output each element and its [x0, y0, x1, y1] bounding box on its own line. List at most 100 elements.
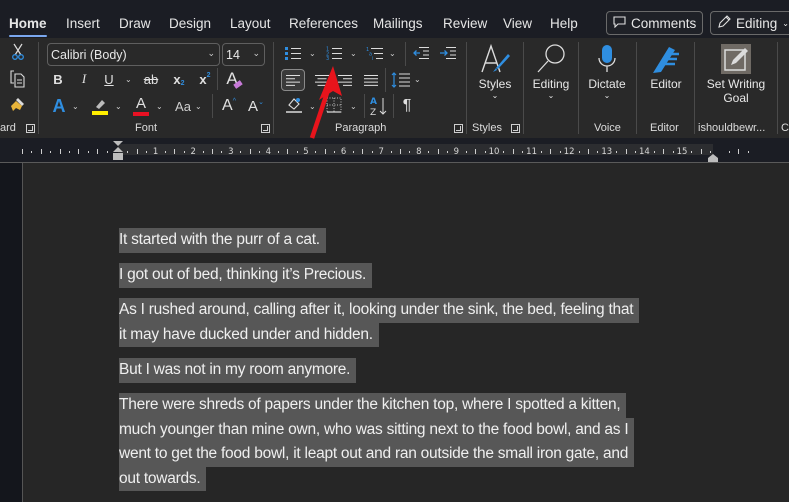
change-case-dropdown-icon[interactable]: ⌄	[195, 102, 202, 111]
highlight-button[interactable]	[91, 96, 109, 116]
bullets-dropdown-icon[interactable]: ⌄	[309, 49, 316, 58]
ruler-minor-tick	[635, 151, 636, 153]
selected-text-line[interactable]: went to get the food bowl, it leapt out …	[119, 442, 635, 467]
underline-dropdown-icon[interactable]: ⌄	[125, 75, 132, 84]
superscript-button[interactable]: x2	[198, 71, 212, 87]
styles-label: Styles	[478, 77, 512, 91]
chevron-down-icon: ⌄	[547, 91, 555, 100]
sort-button[interactable]: AZ	[369, 95, 389, 117]
text-effects-dropdown-icon[interactable]: ⌄	[72, 102, 79, 111]
multilevel-dropdown-icon[interactable]: ⌄	[389, 49, 396, 58]
subscript-button[interactable]: x2	[172, 71, 186, 87]
separator	[393, 94, 394, 118]
styles-button[interactable]: Styles ⌄	[473, 43, 517, 100]
selected-text-line[interactable]: But I was not in my room anymore.	[119, 358, 357, 383]
tab-view[interactable]: View	[503, 16, 532, 31]
ruler-minor-tick	[362, 149, 364, 154]
ruler-minor-tick	[541, 151, 542, 153]
tab-design[interactable]: Design	[169, 16, 211, 31]
font-color-button[interactable]: A	[132, 95, 150, 117]
align-left-button[interactable]	[281, 69, 305, 91]
styles-dialog-launcher[interactable]	[511, 124, 520, 133]
document-paragraph[interactable]: I got out of bed, thinking it’s Precious…	[119, 263, 373, 288]
document-paragraph[interactable]: It started with the purr of a cat.	[119, 228, 326, 253]
ruler-minor-tick	[22, 149, 23, 154]
ruler-minor-tick	[578, 151, 580, 153]
shading-icon	[286, 98, 302, 113]
change-case-button[interactable]: Aa	[173, 96, 193, 116]
editor-button[interactable]: Editor	[643, 44, 689, 91]
grow-font-button[interactable]: A ^	[219, 96, 239, 116]
show-formatting-button[interactable]: ¶	[399, 96, 415, 116]
font-dialog-launcher[interactable]	[261, 124, 270, 133]
tab-home[interactable]: Home	[9, 16, 47, 37]
decrease-indent-button[interactable]	[412, 45, 430, 61]
line-spacing-dropdown-icon[interactable]: ⌄	[414, 75, 421, 84]
increase-indent-button[interactable]	[439, 45, 457, 61]
format-painter-icon[interactable]	[8, 96, 28, 114]
group-separator	[694, 42, 695, 134]
bullets-button[interactable]	[284, 45, 302, 61]
text-effects-button[interactable]: A	[50, 96, 68, 116]
tab-mailings[interactable]: Mailings	[373, 16, 423, 31]
ruler-minor-tick	[738, 149, 740, 154]
dictate-button[interactable]: Dictate ⌄	[584, 44, 630, 100]
ruler-minor-tick	[249, 149, 251, 154]
tab-help[interactable]: Help	[550, 16, 578, 31]
tab-layout[interactable]: Layout	[230, 16, 271, 31]
tab-review[interactable]: Review	[443, 16, 487, 31]
horizontal-ruler[interactable]: 1 2 3 4 5 6 7 8 9 10 11 12 13 14 15	[0, 138, 789, 162]
selected-text-line[interactable]: There were shreds of papers under the ki…	[119, 393, 627, 418]
tab-references[interactable]: References	[289, 16, 358, 31]
voice-group-label: Voice	[594, 122, 621, 134]
numbering-button[interactable]: 123	[325, 45, 343, 61]
font-color-dropdown-icon[interactable]: ⌄	[156, 102, 163, 111]
justify-button[interactable]	[360, 69, 382, 91]
bold-button[interactable]: B	[51, 71, 65, 87]
ruler-minor-tick	[136, 149, 138, 154]
align-center-button[interactable]	[311, 69, 333, 91]
document-paragraph[interactable]: There were shreds of papers under the ki…	[119, 393, 635, 491]
ruler-minor-tick	[503, 151, 505, 153]
tab-draw[interactable]: Draw	[119, 16, 151, 31]
selected-text-line[interactable]: it may have ducked under and hidden.	[119, 322, 379, 347]
editing-button[interactable]: Editing ⌄	[528, 42, 574, 100]
shrink-font-button[interactable]: A ⌄	[246, 96, 266, 116]
numbering-dropdown-icon[interactable]: ⌄	[350, 49, 357, 58]
comments-button[interactable]: Comments	[606, 11, 703, 35]
shading-dropdown-icon[interactable]: ⌄	[309, 102, 316, 111]
font-name-combo[interactable]: Calibri (Body) ⌄	[47, 43, 220, 66]
selected-text-line[interactable]: As I rushed around, calling after it, lo…	[119, 298, 640, 323]
underline-button[interactable]: U	[102, 71, 116, 87]
document-paragraph[interactable]: But I was not in my room anymore.	[119, 358, 357, 383]
selected-text-line[interactable]: much younger than mine own, who was sitt…	[119, 417, 635, 442]
selected-text-line[interactable]: It started with the purr of a cat.	[119, 228, 326, 253]
set-writing-goal-button[interactable]: Set Writing Goal	[700, 44, 772, 105]
copy-icon[interactable]	[9, 70, 27, 88]
text-effects-icon: A	[52, 95, 66, 116]
font-size-combo[interactable]: 14 ⌄	[222, 43, 265, 66]
indent-marker[interactable]	[113, 141, 123, 161]
cut-icon[interactable]	[9, 43, 27, 61]
clear-formatting-button[interactable]: A	[222, 69, 243, 89]
borders-dropdown-icon[interactable]: ⌄	[350, 102, 357, 111]
highlight-dropdown-icon[interactable]: ⌄	[115, 102, 122, 111]
ruler-minor-tick	[729, 151, 730, 153]
vertical-ruler	[0, 163, 23, 502]
selected-text-line[interactable]: I got out of bed, thinking it’s Precious…	[119, 263, 373, 288]
multilevel-list-button[interactable]: 1ai	[366, 45, 384, 61]
tab-insert[interactable]: Insert	[66, 16, 100, 31]
align-right-button[interactable]	[334, 69, 356, 91]
clipboard-dialog-launcher[interactable]	[26, 124, 35, 133]
borders-button[interactable]	[325, 96, 343, 114]
strikethrough-button[interactable]: ab	[142, 71, 160, 87]
selected-text-line[interactable]: out towards.	[119, 466, 207, 491]
right-indent-marker[interactable]	[708, 149, 718, 162]
line-spacing-button[interactable]	[390, 70, 412, 90]
underline-icon: U	[104, 71, 114, 87]
editing-mode-button[interactable]: Editing ⌄	[710, 11, 789, 35]
shading-button[interactable]	[284, 95, 304, 115]
italic-button[interactable]: I	[77, 71, 91, 87]
paragraph-dialog-launcher[interactable]	[454, 124, 463, 133]
document-paragraph[interactable]: As I rushed around, calling after it, lo…	[119, 298, 640, 347]
